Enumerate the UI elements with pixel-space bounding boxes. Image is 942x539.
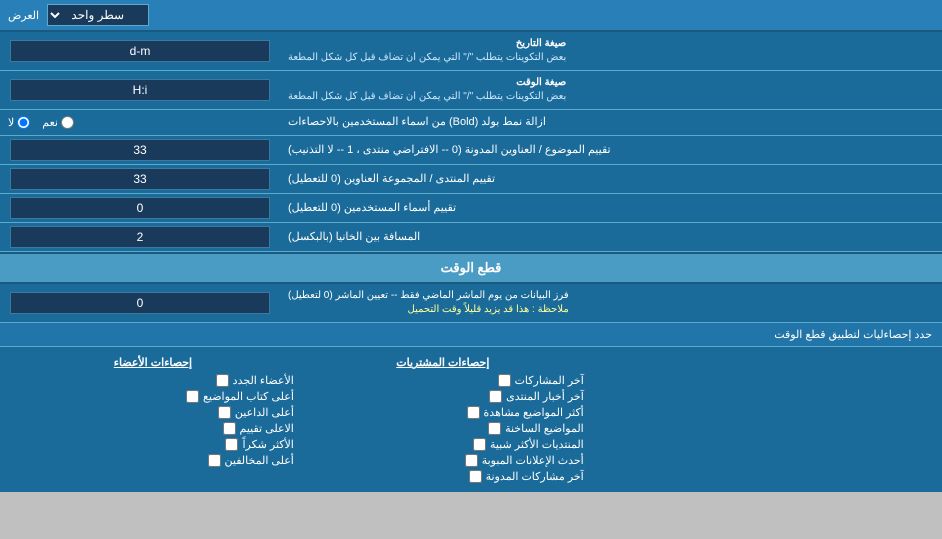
checkbox-most-thankful-input[interactable] [225,438,238,451]
checkbox-top-writers: أعلى كتاب المواضيع [12,390,294,403]
input-cell-forum-sort [0,165,280,193]
row-space-between: المسافة بين الخانيا (بالبكسل) [0,223,942,252]
radio-cell-bold: نعم لا [0,110,280,135]
label-forum-sort: تقييم المنتدى / المجموعة العناوين (0 للت… [280,165,942,193]
limit-row: حدد إحصاءليات لتطبيق قطع الوقت [0,323,942,347]
col-members: إحصاءات الأعضاء الأعضاء الجدد أعلى كتاب … [8,353,298,486]
col-purchases-header: إحصاءات المشتريات [302,353,584,374]
checkbox-item-1: آخر المشاركات [302,374,584,387]
input-cell-time-format [0,71,280,109]
checkbox-item-7: آخر مشاركات المدونة [302,470,584,483]
checkbox-top-writers-input[interactable] [186,390,199,403]
time-format-input[interactable] [10,79,270,101]
checkbox-latest-ads[interactable] [465,454,478,467]
display-mode-select[interactable]: سطر واحد سطران ثلاثة أسطر [47,4,149,26]
checkbox-most-thankful: الأكثر شكراً [12,438,294,451]
label-users-sort: تقييم أسماء المستخدمين (0 للتعطيل) [280,194,942,222]
display-mode-label: العرض [8,9,39,22]
input-cell-space-between [0,223,280,251]
header-row: سطر واحد سطران ثلاثة أسطر العرض [0,0,942,32]
radio-no-bold[interactable] [17,116,30,129]
checkbox-new-members: الأعضاء الجدد [12,374,294,387]
row-bold-remove: ازالة نمط بولد (Bold) من اسماء المستخدمي… [0,110,942,136]
input-cell-date-format [0,32,280,70]
col-empty [588,353,934,486]
radio-yes-label[interactable]: نعم [42,116,74,129]
label-topics-sort: تقييم الموضوع / العناوين المدونة (0 -- ا… [280,136,942,164]
col-purchases: إحصاءات المشتريات آخر المشاركات آخر أخبا… [298,353,588,486]
row-topics-sort: تقييم الموضوع / العناوين المدونة (0 -- ا… [0,136,942,165]
checkbox-last-posts[interactable] [498,374,511,387]
checkbox-top-inviters: أعلى الداعين [12,406,294,419]
checkbox-item-6: أحدث الإعلانات المبوبة [302,454,584,467]
topics-sort-input[interactable] [10,139,270,161]
main-container: سطر واحد سطران ثلاثة أسطر العرض صيغة الت… [0,0,942,492]
row-time-format: صيغة الوقت بعض التكوينات يتطلب "/" التي … [0,71,942,110]
radio-yes-bold[interactable] [61,116,74,129]
realtime-input[interactable] [10,292,270,314]
input-cell-users-sort [0,194,280,222]
radio-no-label[interactable]: لا [8,116,30,129]
checkbox-top-inviters-input[interactable] [218,406,231,419]
input-cell-topics-sort [0,136,280,164]
section-realtime-header: قطع الوقت [0,252,942,284]
checkbox-top-rated: الاعلى تقييم [12,422,294,435]
row-users-sort: تقييم أسماء المستخدمين (0 للتعطيل) [0,194,942,223]
checkbox-top-violators-input[interactable] [208,454,221,467]
label-space-between: المسافة بين الخانيا (بالبكسل) [280,223,942,251]
checkbox-item-2: آخر أخبار المنتدى [302,390,584,403]
label-time-format: صيغة الوقت بعض التكوينات يتطلب "/" التي … [280,71,942,109]
row-date-format: صيغة التاريخ بعض التكوينات يتطلب "/" الت… [0,32,942,71]
checkbox-columns: إحصاءات المشتريات آخر المشاركات آخر أخبا… [8,353,934,486]
row-realtime: فرز البيانات من يوم الماشر الماضي فقط --… [0,284,942,323]
checkbox-hot-topics[interactable] [488,422,501,435]
row-forum-sort: تقييم المنتدى / المجموعة العناوين (0 للت… [0,165,942,194]
checkbox-last-news[interactable] [489,390,502,403]
space-between-input[interactable] [10,226,270,248]
checkbox-item-3: أكثر المواضيع مشاهدة [302,406,584,419]
col-members-header: إحصاءات الأعضاء [12,353,294,374]
date-format-input[interactable] [10,40,270,62]
checkbox-item-5: المنتديات الأكثر شبية [302,438,584,451]
checkbox-most-popular-forums[interactable] [473,438,486,451]
checkboxes-section: إحصاءات المشتريات آخر المشاركات آخر أخبا… [0,347,942,492]
input-cell-realtime [0,284,280,322]
checkbox-top-rated-input[interactable] [223,422,236,435]
label-realtime: فرز البيانات من يوم الماشر الماضي فقط --… [280,284,942,322]
checkbox-new-members-input[interactable] [216,374,229,387]
checkbox-item-4: المواضيع الساخنة [302,422,584,435]
checkbox-top-violators: أعلى المخالفين [12,454,294,467]
forum-sort-input[interactable] [10,168,270,190]
checkbox-blog-posts[interactable] [469,470,482,483]
label-bold-remove: ازالة نمط بولد (Bold) من اسماء المستخدمي… [280,110,942,135]
users-sort-input[interactable] [10,197,270,219]
checkbox-most-viewed[interactable] [467,406,480,419]
label-date-format: صيغة التاريخ بعض التكوينات يتطلب "/" الت… [280,32,942,70]
